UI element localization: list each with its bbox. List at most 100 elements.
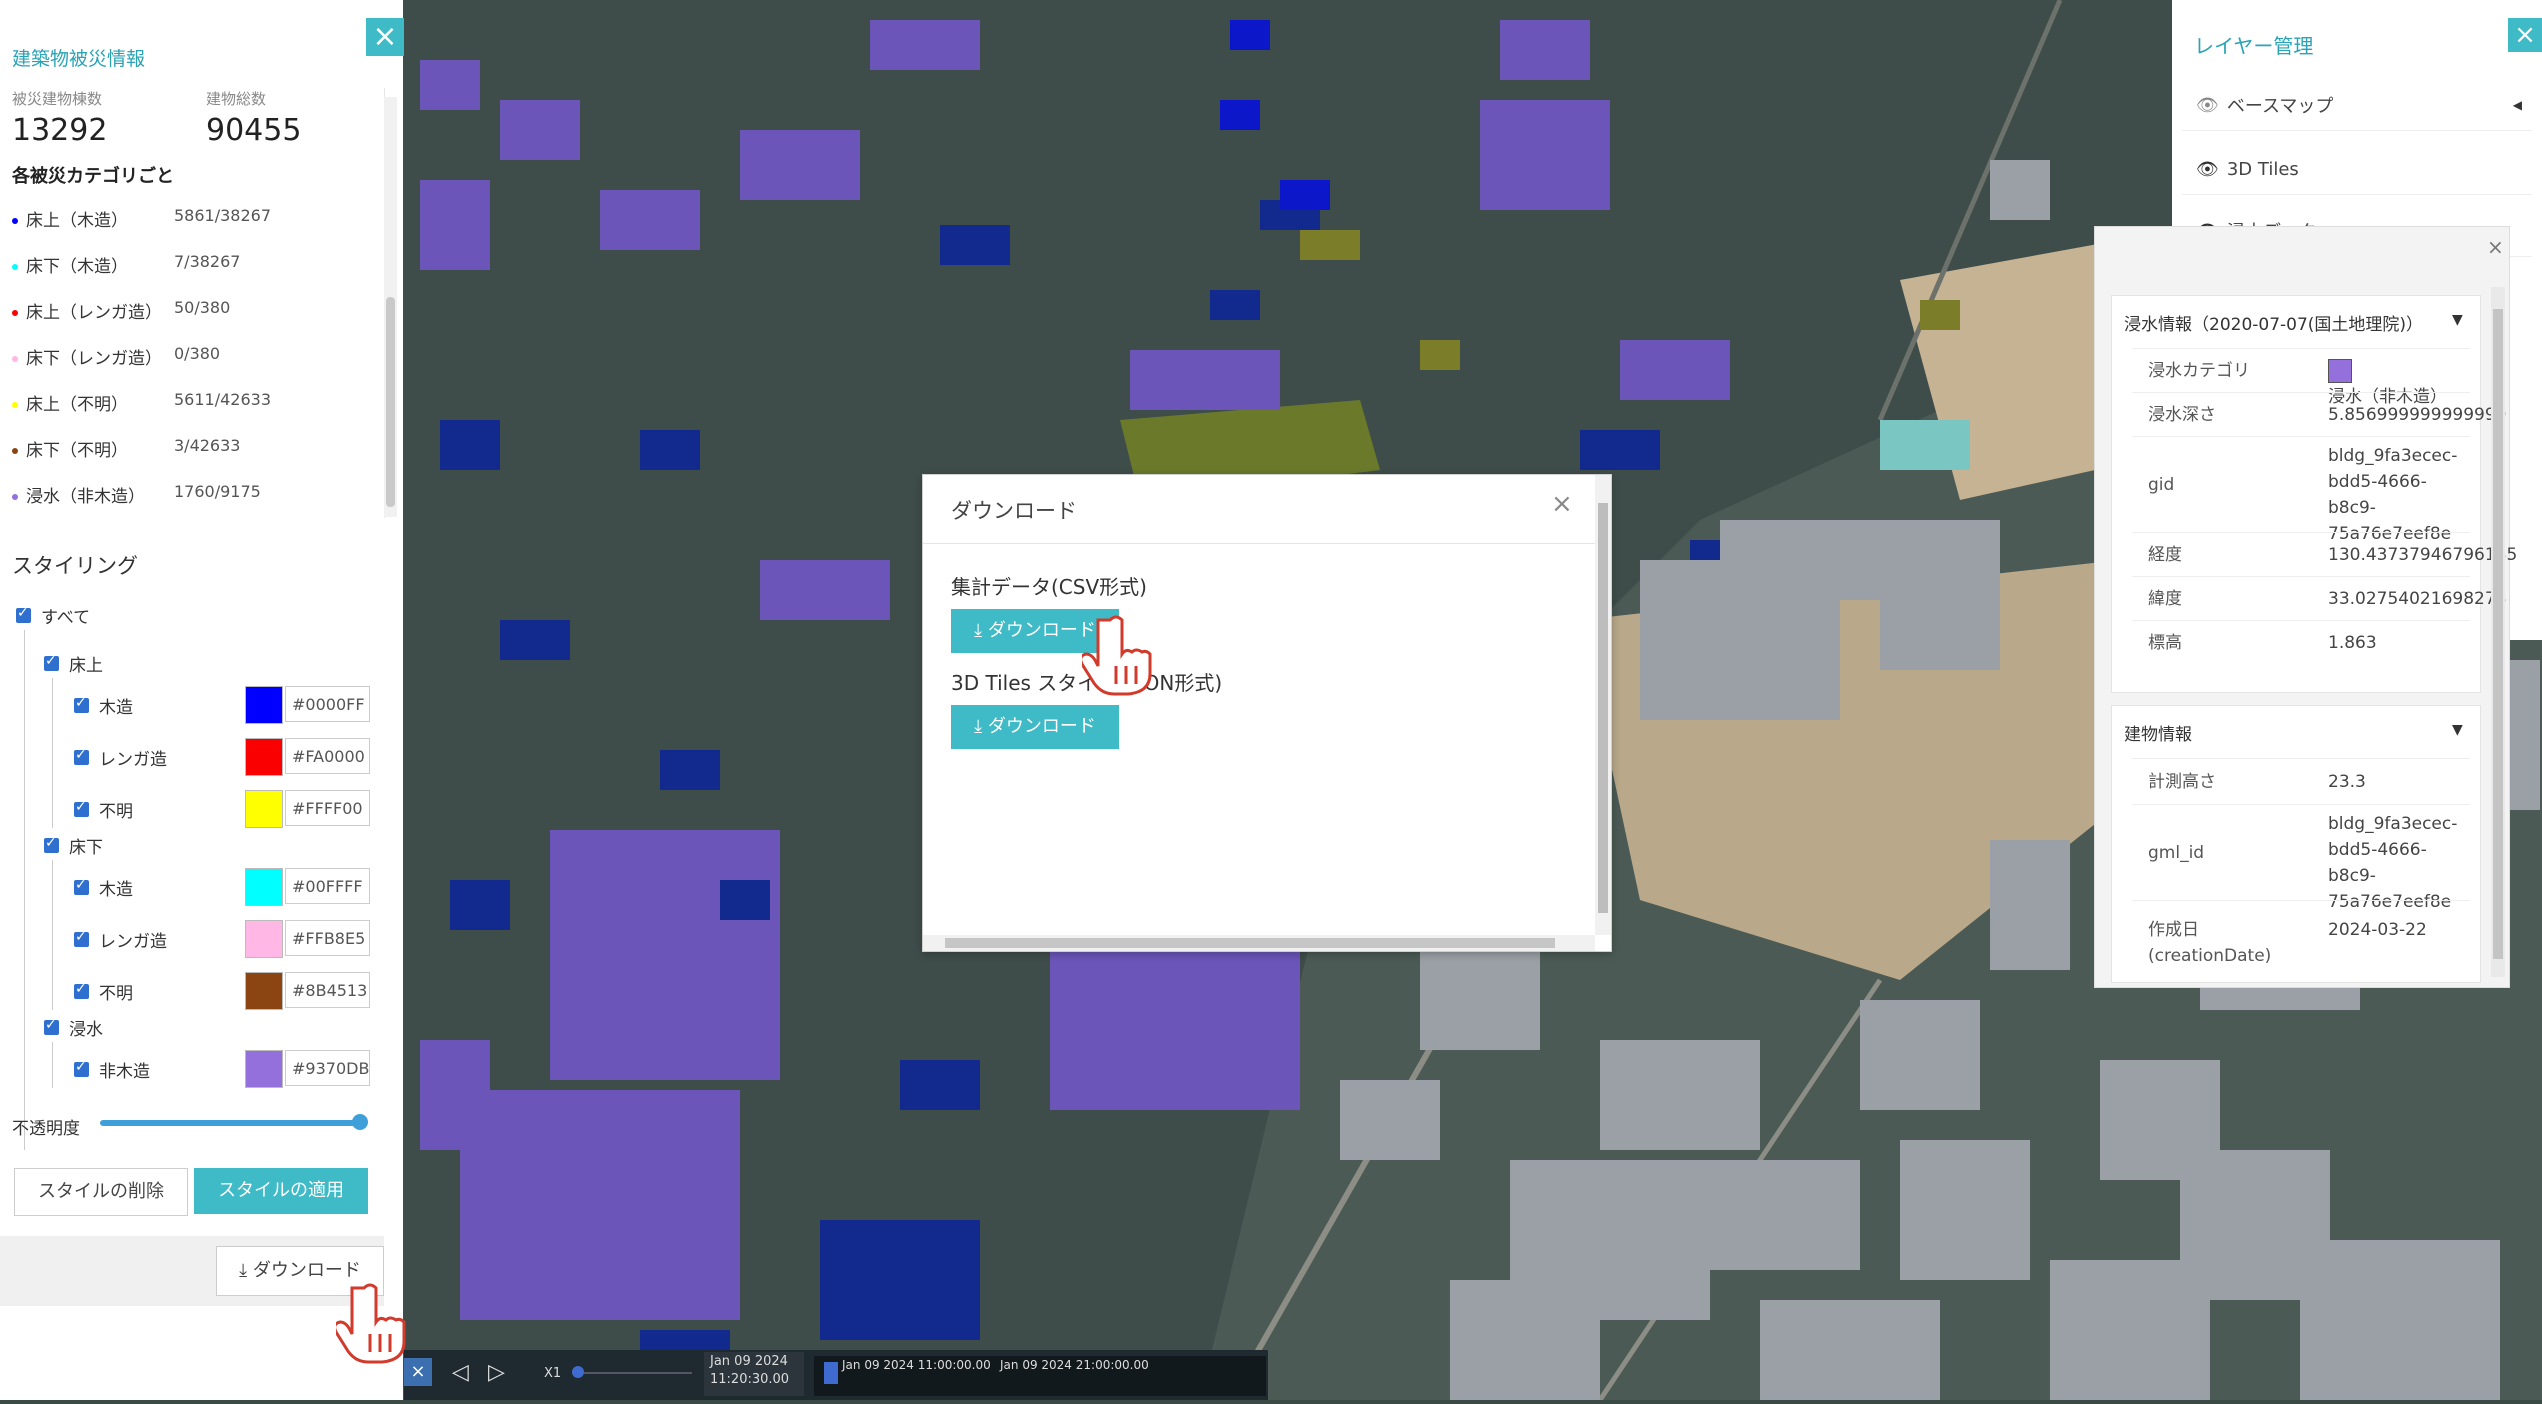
- category-value: 50/380: [174, 298, 231, 317]
- checkbox[interactable]: [16, 605, 31, 623]
- checkbox[interactable]: [44, 653, 59, 671]
- color-swatch[interactable]: [245, 1050, 283, 1088]
- checkbox-group[interactable]: 床上: [44, 646, 103, 680]
- color-hex-input[interactable]: #FFB8E5: [285, 920, 370, 956]
- checkbox-label: 木造: [99, 697, 133, 718]
- eye-icon[interactable]: 👁: [2196, 95, 2219, 116]
- info-value: 130.43737946796185: [2328, 545, 2518, 565]
- category-row: 床下（レンガ造） 0/380: [12, 344, 220, 374]
- remove-style-button[interactable]: スタイルの削除: [14, 1168, 188, 1216]
- color-swatch[interactable]: [245, 972, 283, 1010]
- opacity-slider-handle[interactable]: [352, 1114, 368, 1130]
- download-style-button[interactable]: ⤓ ダウンロード: [951, 705, 1119, 749]
- total-buildings-value: 90455: [206, 113, 302, 148]
- speed-slider-handle[interactable]: [572, 1366, 584, 1378]
- checkbox[interactable]: [74, 929, 89, 947]
- caret-down-icon[interactable]: ▼: [2452, 722, 2463, 738]
- checkbox[interactable]: [44, 835, 59, 853]
- csv-section-label: 集計データ(CSV形式): [951, 575, 1147, 599]
- info-value: 5.856999999999999: [2328, 405, 2507, 425]
- styling-title: スタイリング: [12, 554, 138, 578]
- close-layer-panel-button[interactable]: ×: [2508, 18, 2542, 52]
- checkbox-label: 床上: [69, 655, 103, 676]
- button-label: ダウンロード: [987, 716, 1096, 737]
- checkbox-item[interactable]: レンガ造: [74, 740, 167, 774]
- checkbox[interactable]: [74, 747, 89, 765]
- info-row: 緯度 33.02754021698278: [2132, 576, 2506, 621]
- checkbox[interactable]: [44, 1017, 59, 1035]
- checkbox-item[interactable]: 非木造: [74, 1052, 150, 1086]
- category-label: 床下（レンガ造）: [26, 349, 162, 369]
- dialog-vertical-scrollbar[interactable]: [1595, 475, 1611, 935]
- checkbox[interactable]: [74, 799, 89, 817]
- info-row: 計測高さ 23.3: [2132, 758, 2470, 805]
- info-scrollbar[interactable]: [2491, 287, 2505, 977]
- info-close-button[interactable]: ×: [2487, 235, 2504, 259]
- color-hex-input[interactable]: #8B4513: [285, 972, 370, 1008]
- timeline-close-button[interactable]: ×: [404, 1358, 432, 1386]
- close-left-panel-button[interactable]: ×: [366, 18, 404, 56]
- damage-stats: 被災建物棟数 13292 建物総数 90455 各被災カテゴリごと 床上（木造）…: [0, 88, 385, 518]
- category-value: 0/380: [174, 344, 221, 363]
- info-row: 浸水カテゴリ 浸水（非木造）: [2132, 348, 2470, 407]
- category-label: 床下（木造）: [26, 257, 128, 277]
- play-icon[interactable]: ▷: [488, 1360, 505, 1385]
- checkbox[interactable]: [74, 877, 89, 895]
- color-swatch[interactable]: [245, 686, 283, 724]
- color-hex-input[interactable]: #9370DB: [285, 1050, 370, 1086]
- info-value: 23.3: [2328, 772, 2366, 792]
- category-label: 床上（不明）: [26, 395, 128, 415]
- checkbox-label: レンガ造: [99, 931, 167, 952]
- category-dot: [12, 218, 18, 224]
- layer-item-3dtiles[interactable]: 👁 3D Tiles: [2182, 144, 2532, 195]
- checkbox[interactable]: [74, 1059, 89, 1077]
- category-row: 床上（不明） 5611/42633: [12, 390, 271, 420]
- rewind-icon[interactable]: ◁: [452, 1360, 469, 1385]
- checkbox-item[interactable]: 不明: [74, 974, 133, 1008]
- checkbox[interactable]: [74, 695, 89, 713]
- panel-title: 建築物被災情報: [12, 48, 146, 70]
- checkbox[interactable]: [74, 981, 89, 999]
- feature-info-panel: × 浸水情報（2020-07-07(国土地理院)） ▼ 浸水カテゴリ 浸水（非木造…: [2094, 226, 2517, 988]
- dialog-close-button[interactable]: ×: [1551, 489, 1573, 519]
- checkbox-item[interactable]: 不明: [74, 792, 133, 826]
- checkbox-group[interactable]: 床下: [44, 828, 103, 862]
- info-row: gid bldg_9fa3ecec- bdd5-4666-b8c9- 75a76e…: [2132, 436, 2470, 544]
- color-swatch[interactable]: [245, 920, 283, 958]
- pointer-hand-icon: [1082, 615, 1152, 696]
- download-label: ダウンロード: [252, 1260, 361, 1281]
- checkbox-item[interactable]: レンガ造: [74, 922, 167, 956]
- color-swatch[interactable]: [245, 790, 283, 828]
- timeline-tick: Jan 09 2024 21:00:00.00: [1000, 1358, 1149, 1372]
- info-row: 経度 130.43737946796185: [2132, 532, 2517, 577]
- affected-buildings-value: 13292: [12, 113, 108, 148]
- dialog-horizontal-scrollbar[interactable]: [923, 935, 1595, 951]
- opacity-slider[interactable]: [100, 1120, 362, 1126]
- stats-scrollbar[interactable]: [384, 97, 397, 517]
- checkbox-item[interactable]: 木造: [74, 688, 133, 722]
- caret-down-icon[interactable]: ▼: [2452, 312, 2463, 328]
- download-dialog: ダウンロード × 集計データ(CSV形式) ⤓ ダウンロード 3D Tiles …: [922, 474, 1612, 952]
- apply-style-button[interactable]: スタイルの適用: [194, 1168, 368, 1214]
- speed-slider[interactable]: [572, 1372, 692, 1374]
- timeline-cursor[interactable]: [824, 1362, 838, 1384]
- checkbox-group[interactable]: 浸水: [44, 1010, 103, 1044]
- eye-icon[interactable]: 👁: [2196, 159, 2219, 180]
- checkbox-all[interactable]: すべて: [16, 598, 90, 632]
- color-hex-input[interactable]: #0000FF: [285, 686, 370, 722]
- layer-item-basemap[interactable]: 👁 ベースマップ ◀: [2182, 80, 2532, 131]
- color-hex-input[interactable]: #FA0000: [285, 738, 370, 774]
- opacity-label: 不透明度: [12, 1119, 80, 1139]
- checkbox-item[interactable]: 木造: [74, 870, 133, 904]
- caret-left-icon[interactable]: ◀: [2513, 98, 2522, 112]
- category-row: 床上（木造） 5861/38267: [12, 206, 271, 236]
- total-buildings-label: 建物総数: [206, 90, 267, 108]
- color-swatch[interactable]: [245, 738, 283, 776]
- color-swatch[interactable]: [245, 868, 283, 906]
- color-hex-input[interactable]: #FFFF00: [285, 790, 370, 826]
- checkbox-label: 不明: [99, 983, 133, 1004]
- button-label: ダウンロード: [987, 620, 1096, 641]
- category-row: 床下（不明） 3/42633: [12, 436, 240, 466]
- color-hex-input[interactable]: #00FFFF: [285, 868, 370, 904]
- category-value: 3/42633: [174, 436, 241, 455]
